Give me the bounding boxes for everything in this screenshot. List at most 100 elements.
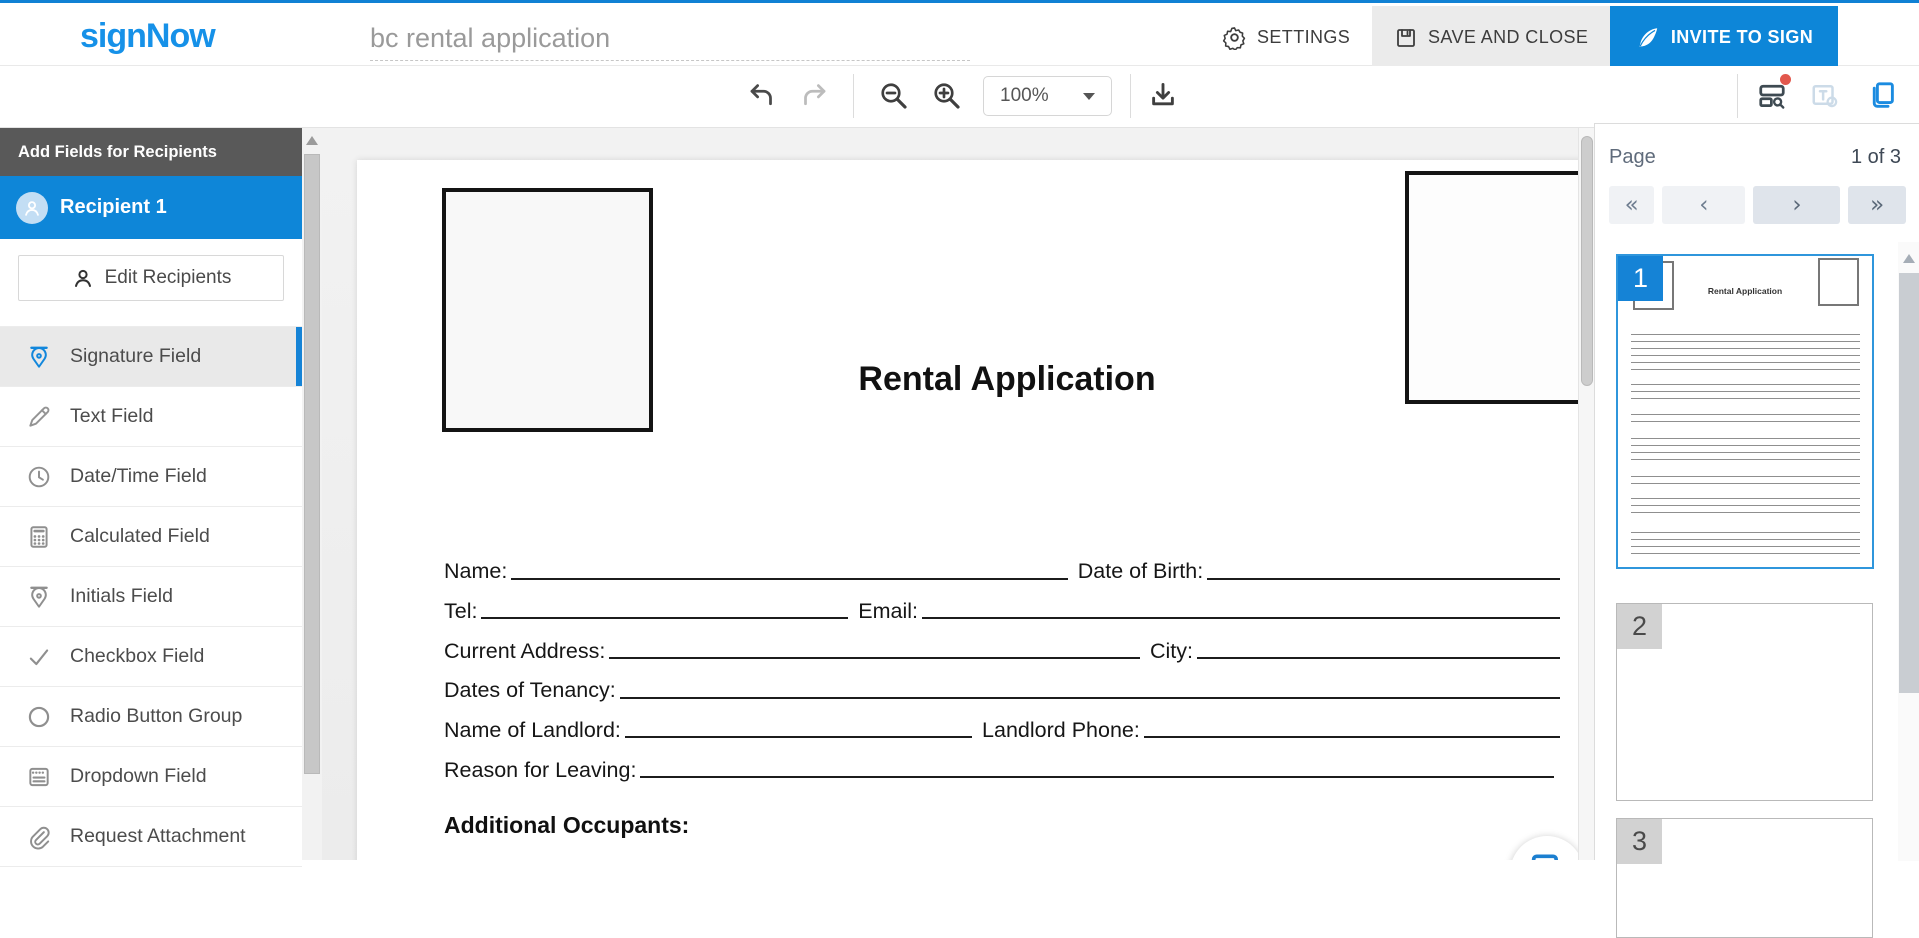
page-count: 1 of 3 [1851, 146, 1901, 169]
form-field-label: City: [1150, 641, 1193, 670]
previous-page-button[interactable]: ‹ [1662, 186, 1745, 224]
mini-text-lines [1631, 492, 1860, 518]
invite-to-sign-button[interactable]: INVITE TO SIGN [1610, 6, 1838, 69]
pencil-icon [26, 404, 52, 430]
field-type-text-field[interactable]: Text Field [0, 387, 302, 447]
sidebar-title: Add Fields for Recipients [0, 128, 302, 176]
radio-icon [26, 704, 52, 730]
blank-line [922, 617, 1560, 619]
blank-line [609, 657, 1140, 659]
settings-label: SETTINGS [1257, 27, 1350, 48]
page-label: Page [1609, 146, 1656, 169]
field-type-label: Date/Time Field [70, 465, 207, 488]
blank-line [1207, 578, 1560, 580]
field-explorer-button[interactable] [1755, 78, 1789, 112]
form-field-label: Reason for Leaving: [444, 760, 636, 789]
blank-line [511, 578, 1067, 580]
fields-sidebar: Add Fields for Recipients Recipient 1 Ed… [0, 128, 302, 860]
sidebar-scrollbar[interactable] [302, 128, 322, 860]
gear-icon [1222, 25, 1247, 50]
document-viewport: Rental Application Name:Date of Birth:Te… [322, 128, 1578, 860]
form-field-label: Tel: [444, 601, 477, 630]
app-header: signNow SETTINGS SAVE AND CLOSE INVITE T… [0, 0, 1919, 66]
invite-label: INVITE TO SIGN [1671, 27, 1813, 48]
form-row: Tel: Email: [444, 590, 1570, 630]
form-field-label: Name of Landlord: [444, 720, 621, 749]
form-field-label: Landlord Phone: [982, 720, 1140, 749]
zoom-out-button[interactable] [876, 78, 910, 112]
scroll-up-arrow-icon[interactable] [1903, 254, 1915, 263]
field-type-signature-field[interactable]: Signature Field [0, 327, 302, 387]
pages-copy-button[interactable] [1866, 78, 1900, 112]
toolbar-divider [853, 74, 854, 118]
form-row: Current Address: City: [444, 629, 1570, 669]
field-type-initials-field[interactable]: Initials Field [0, 567, 302, 627]
edit-recipients-button[interactable]: Edit Recipients [18, 255, 284, 301]
signnow-logo: signNow [80, 17, 215, 56]
calculator-icon [26, 524, 52, 550]
page-thumbnail-2[interactable]: 2 [1616, 603, 1873, 801]
sidebar-scrollbar-thumb[interactable] [304, 154, 320, 774]
document-title-input[interactable] [370, 17, 970, 61]
document-settings-button[interactable] [1808, 78, 1842, 112]
page-number-badge: 2 [1617, 604, 1662, 649]
chevron-right-icon: › [1792, 192, 1801, 218]
zoom-in-button[interactable] [929, 78, 963, 112]
blank-line [620, 697, 1560, 699]
document-page[interactable]: Rental Application Name:Date of Birth:Te… [357, 160, 1578, 860]
form-field-label: Current Address: [444, 641, 605, 670]
field-type-dropdown-field[interactable]: Dropdown Field [0, 747, 302, 807]
form-field-label: Date of Birth: [1078, 561, 1203, 590]
scroll-up-arrow-icon[interactable] [306, 136, 318, 145]
settings-button[interactable]: SETTINGS [1200, 6, 1372, 69]
download-button[interactable] [1146, 78, 1180, 112]
chevron-double-left-icon: « [1625, 192, 1639, 218]
field-type-date-time-field[interactable]: Date/Time Field [0, 447, 302, 507]
form-field-label: Email: [858, 601, 918, 630]
toolbar-divider [1130, 74, 1131, 118]
save-label: SAVE AND CLOSE [1428, 27, 1588, 48]
recipient-avatar [16, 192, 48, 224]
recipient-selector[interactable]: Recipient 1 [0, 176, 302, 239]
field-type-calculated-field[interactable]: Calculated Field [0, 507, 302, 567]
clock-icon [26, 464, 52, 490]
mini-text-lines [1631, 378, 1860, 400]
page-thumbnail-3[interactable]: 3 [1616, 818, 1873, 938]
chat-icon [1527, 848, 1567, 860]
redo-button[interactable] [797, 78, 831, 112]
editor-toolbar: 100% [0, 66, 1919, 128]
document-scrollbar[interactable] [1578, 128, 1594, 860]
field-type-label: Initials Field [70, 585, 173, 608]
page-number-badge: 3 [1617, 819, 1662, 864]
field-type-label: Checkbox Field [70, 645, 204, 668]
field-type-list: Signature FieldText Field Date/Time Field… [0, 326, 302, 867]
first-page-button[interactable]: « [1609, 186, 1654, 224]
panel-scrollbar[interactable] [1898, 242, 1919, 861]
page-number-badge: 1 [1618, 256, 1663, 301]
blank-line [640, 776, 1554, 778]
page-thumbnail-1[interactable]: 1Rental Application [1616, 254, 1874, 569]
form-field-label: Name: [444, 561, 507, 590]
undo-button[interactable] [745, 78, 779, 112]
field-type-checkbox-field[interactable]: Checkbox Field [0, 627, 302, 687]
signature-icon [26, 344, 52, 370]
field-type-label: Dropdown Field [70, 765, 207, 788]
checkmark-icon [26, 644, 52, 670]
last-page-button[interactable]: » [1848, 186, 1906, 224]
document-scrollbar-thumb[interactable] [1581, 136, 1593, 386]
zoom-level-dropdown[interactable]: 100% [983, 76, 1112, 116]
document-section-heading: Additional Occupants: [444, 812, 689, 839]
person-icon [71, 266, 95, 290]
document-heading: Rental Application [444, 360, 1570, 399]
field-type-label: Request Attachment [70, 825, 246, 848]
blank-line [625, 736, 972, 738]
zoom-level-value: 100% [1000, 85, 1049, 107]
blank-line [1144, 736, 1560, 738]
panel-scrollbar-thumb[interactable] [1899, 273, 1919, 693]
next-page-button[interactable]: › [1753, 186, 1840, 224]
form-row: Name: Date of Birth: [444, 550, 1570, 590]
save-and-close-button[interactable]: SAVE AND CLOSE [1372, 6, 1610, 69]
field-type-request-attachment[interactable]: Request Attachment [0, 807, 302, 867]
blank-line [481, 617, 848, 619]
field-type-radio-button-group[interactable]: Radio Button Group [0, 687, 302, 747]
